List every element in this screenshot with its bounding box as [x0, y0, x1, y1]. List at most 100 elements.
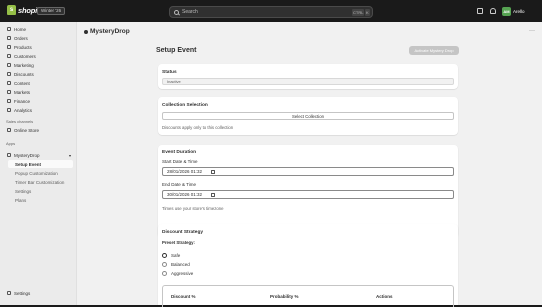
radio-selected-icon	[162, 253, 167, 258]
search-bar[interactable]: Search CTRL K	[169, 6, 373, 18]
start-date-value: 28/01/2026 01:32	[167, 169, 203, 174]
end-date-label: End Date & Time	[162, 182, 197, 187]
orders-icon	[7, 36, 11, 40]
sidebar-item-home[interactable]: Home	[2, 25, 74, 33]
sidebar-item-orders[interactable]: Orders	[2, 34, 74, 42]
radio-safe[interactable]: Safe	[162, 253, 180, 258]
home-icon	[7, 27, 11, 31]
end-date-input[interactable]: 30/01/2026 01:32	[162, 190, 454, 199]
sidebar-item-products[interactable]: Products	[2, 43, 74, 51]
radio-label: Aggressive	[171, 271, 194, 276]
preset-strategy-label: Preset Strategy:	[162, 240, 195, 245]
radio-balanced[interactable]: Balanced	[162, 262, 190, 267]
calendar-icon[interactable]	[211, 193, 215, 197]
search-icon	[174, 9, 179, 15]
radio-label: Safe	[171, 253, 181, 258]
shortcut-key: K	[365, 9, 370, 16]
sidebar-item-online-store[interactable]: Online Store	[2, 126, 74, 134]
content-icon	[7, 81, 11, 85]
sidebar-item-label: Discounts	[14, 71, 34, 77]
discount-icon	[7, 72, 11, 76]
select-collection-button[interactable]: Select Collection	[162, 112, 454, 120]
table-header-discount: Discount %	[171, 294, 196, 299]
edition-badge: Winter '26	[37, 7, 66, 15]
chart-icon	[7, 108, 11, 112]
target-icon	[7, 63, 11, 67]
status-card: Status Inactive	[158, 64, 458, 89]
start-date-input[interactable]: 28/01/2026 01:32	[162, 167, 454, 176]
page-title: Setup Event	[156, 47, 197, 54]
sidebar: Home Orders Products Customers Marketing…	[0, 22, 77, 305]
table-header-actions: Actions	[376, 294, 393, 299]
collection-card: Collection Selection Select Collection D…	[158, 97, 458, 135]
search-placeholder: Search	[182, 9, 198, 15]
radio-label: Balanced	[171, 262, 190, 267]
sidebar-item-settings[interactable]: Settings	[2, 289, 74, 297]
store-icon[interactable]	[477, 8, 483, 14]
sidebar-item-label: Products	[14, 44, 32, 50]
sidebar-item-markets[interactable]: Markets	[2, 88, 74, 96]
sidebar-item-label: Content	[14, 80, 30, 86]
radio-aggressive[interactable]: Aggressive	[162, 271, 193, 276]
store-icon	[7, 128, 11, 132]
tag-icon	[7, 45, 11, 49]
globe-icon	[7, 90, 11, 94]
main-content: MysteryDrop ··· Setup Event Activate Mys…	[77, 22, 542, 307]
radio-unselected-icon	[162, 262, 167, 267]
gear-icon	[7, 291, 11, 295]
sidebar-item-label: Online Store	[14, 127, 40, 133]
app-icon	[84, 29, 88, 34]
sidebar-item-label: Settings	[14, 290, 31, 296]
person-icon	[7, 54, 11, 58]
sidebar-item-discounts[interactable]: Discounts	[2, 70, 74, 78]
calendar-icon[interactable]	[211, 170, 215, 174]
app-header: MysteryDrop	[84, 28, 130, 35]
sidebar-item-label: Marketing	[14, 62, 34, 68]
apps-heading[interactable]: Apps	[6, 141, 15, 146]
status-field: Inactive	[162, 78, 454, 85]
more-options-icon[interactable]: ···	[529, 28, 535, 34]
collection-help-text: Discounts apply only to this collection	[162, 125, 234, 130]
sidebar-item-label: Analytics	[14, 107, 33, 113]
card-title: Event Duration	[162, 150, 197, 155]
sidebar-item-label: Home	[14, 26, 27, 32]
app-icon	[7, 153, 11, 157]
bell-icon[interactable]	[490, 8, 496, 14]
sidebar-item-content[interactable]: Content	[2, 79, 74, 87]
end-date-value: 30/01/2026 01:32	[167, 192, 203, 197]
sidebar-item-marketing[interactable]: Marketing	[2, 61, 74, 69]
sidebar-subitem-plans[interactable]: Plans	[15, 198, 26, 203]
chevron-down-icon: ▾	[68, 152, 71, 158]
sidebar-item-label: Customers	[14, 53, 36, 59]
shopping-bag-icon: s	[7, 5, 16, 15]
radio-unselected-icon	[162, 271, 167, 276]
bank-icon	[7, 99, 11, 103]
sidebar-subitem-timer-bar[interactable]: Timer Bar Customization	[15, 180, 64, 185]
sidebar-item-customers[interactable]: Customers	[2, 52, 74, 60]
sales-channels-heading[interactable]: Sales channels	[6, 119, 33, 124]
sidebar-subitem-settings[interactable]: Settings	[15, 189, 31, 194]
avatar[interactable]: AM	[502, 7, 511, 16]
timezone-help-text: Times use your store's timezone	[162, 206, 224, 211]
start-date-label: Start Date & Time	[162, 159, 198, 164]
sidebar-item-mysterydrop[interactable]: MysteryDrop ▾	[2, 151, 74, 159]
sidebar-item-label: Markets	[14, 89, 31, 95]
card-title: Collection Selection	[162, 103, 208, 108]
shortcut-ctrl: CTRL	[352, 9, 365, 16]
sidebar-subitem-setup-event[interactable]: Setup Event	[8, 160, 73, 168]
sidebar-item-label: Setup Event	[15, 161, 42, 167]
app-title: MysteryDrop	[90, 28, 130, 35]
card-title: Status	[162, 70, 177, 75]
card-title: Discount Strategy	[162, 230, 204, 235]
sidebar-item-label: Finance	[14, 98, 31, 104]
discount-table: Discount % Probability % Actions	[162, 285, 454, 307]
sidebar-item-finance[interactable]: Finance	[2, 97, 74, 105]
top-bar: s shopify Winter '26 Search CTRL K AM Ar…	[0, 0, 542, 22]
user-name[interactable]: Arello	[513, 9, 525, 14]
discount-strategy-card: Discount Strategy Preset Strategy: Safe …	[158, 224, 458, 307]
sidebar-item-analytics[interactable]: Analytics	[2, 106, 74, 114]
sidebar-item-label: MysteryDrop	[14, 152, 40, 158]
activate-button[interactable]: Activate Mystery Drop	[409, 46, 459, 55]
sidebar-item-label: Orders	[14, 35, 28, 41]
sidebar-subitem-popup[interactable]: Popup Customization	[15, 171, 58, 176]
